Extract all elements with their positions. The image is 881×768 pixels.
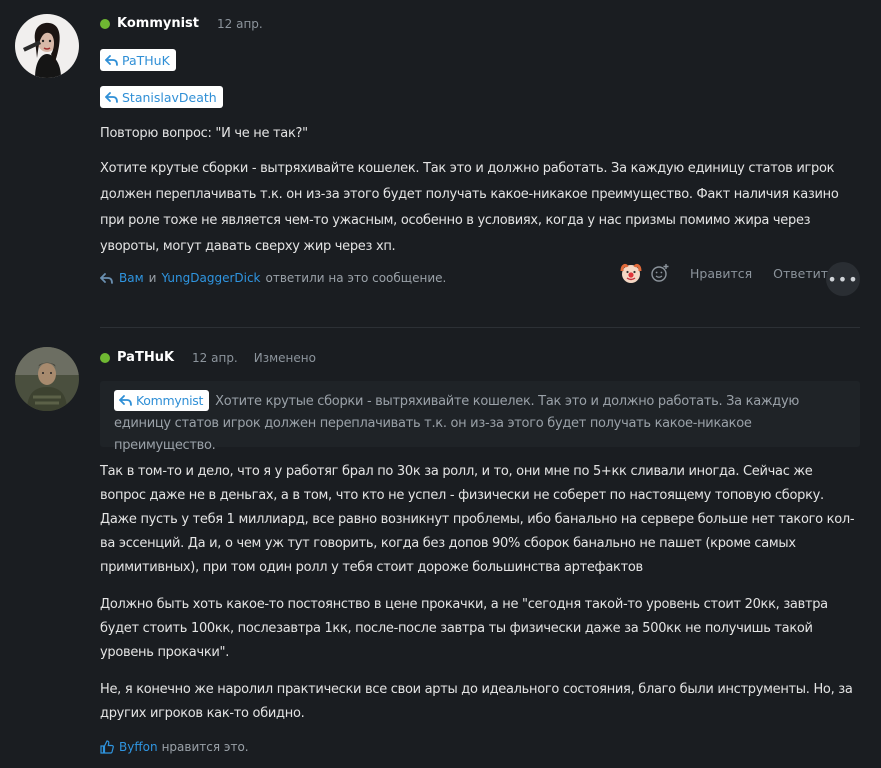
quote-text: Хотите крутые сборки - вытряхивайте коше… [114, 394, 800, 453]
edited-label[interactable]: Изменено [254, 351, 316, 365]
liker-user-link[interactable]: Byffon [119, 740, 158, 754]
avatar[interactable] [15, 347, 79, 411]
thumbs-up-icon [100, 740, 114, 754]
author-name[interactable]: PaTHuK [117, 350, 174, 365]
post-header: PaTHuK 12 апр. Изменено [100, 350, 316, 365]
reply-arrow-icon [119, 395, 132, 406]
post-paragraph: Должно быть хоть какое-то постоянство в … [100, 597, 828, 660]
likes-summary: Byffon нравится это. [100, 740, 249, 754]
online-status-dot [100, 352, 110, 363]
post-paragraph: Не, я конечно же наролил практически все… [100, 682, 853, 721]
post-date[interactable]: 12 апр. [192, 351, 238, 365]
post-paragraph: Так в том-то и дело, что я у работяг бра… [100, 464, 855, 575]
likes-suffix: нравится это. [161, 740, 249, 754]
quote-author-mention[interactable]: Kommynist [114, 390, 210, 411]
post-body: Так в том-то и дело, что я у работяг бра… [100, 460, 860, 726]
post-pathuk: PaTHuK 12 апр. Изменено Kommynist Хотите… [0, 0, 881, 768]
quote-block: Kommynist Хотите крутые сборки - вытряхи… [100, 381, 860, 453]
mention-label: Kommynist [136, 392, 204, 408]
